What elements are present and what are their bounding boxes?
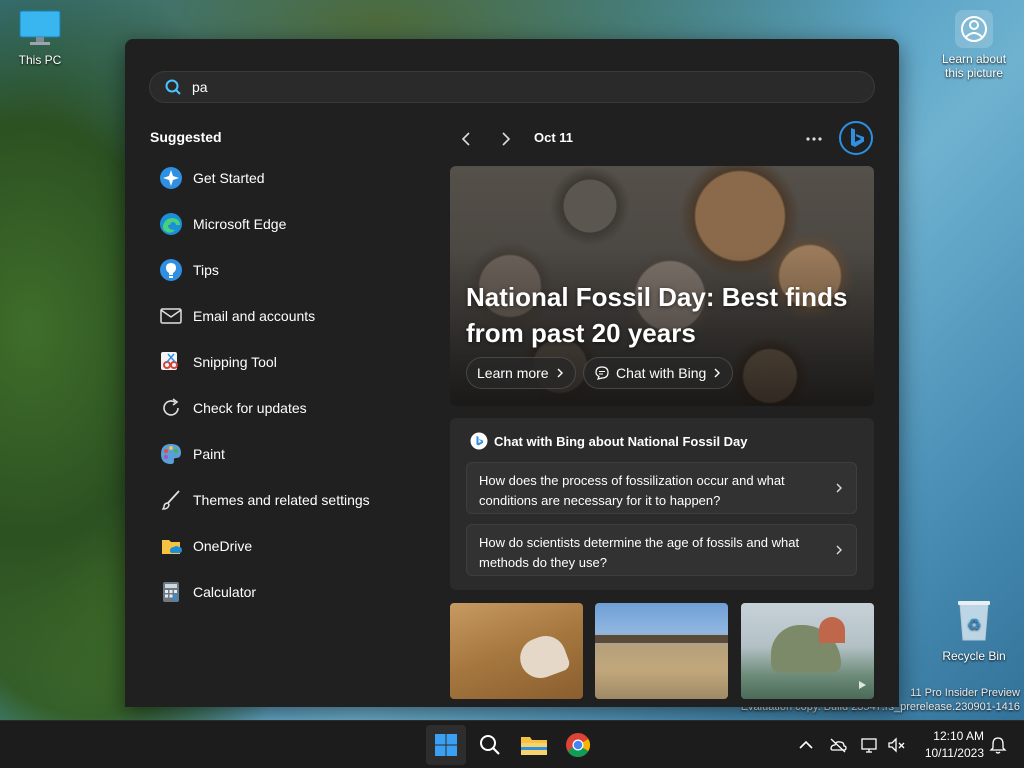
suggested-item-onedrive[interactable]: OneDrive — [149, 523, 429, 569]
update-icon — [163, 398, 179, 416]
suggested-item-check-for-updates[interactable]: Check for updates — [149, 385, 429, 431]
search-panel: Suggested Get Started Microsoft Edge Ti — [125, 39, 899, 707]
recycle-bin-label: Recycle Bin — [942, 649, 1006, 663]
this-pc-label: This PC — [18, 53, 62, 67]
suggested-item-label: Check for updates — [193, 400, 307, 416]
learn-more-button[interactable]: Learn more — [466, 357, 576, 389]
suggested-item-calculator[interactable]: Calculator — [149, 569, 429, 615]
suggested-item-label: Microsoft Edge — [193, 216, 287, 232]
suggested-item-label: Get Started — [193, 170, 265, 186]
chevron-right-icon — [836, 483, 842, 493]
bing-icon[interactable] — [838, 120, 874, 156]
get-started-icon — [160, 167, 182, 189]
suggested-item-label: Snipping Tool — [193, 354, 277, 370]
chat-with-bing-card: Chat with Bing about National Fossil Day… — [450, 418, 874, 590]
previous-day-button[interactable] — [454, 127, 478, 151]
chat-bubble-icon — [595, 366, 609, 380]
gloved-hand-shape — [514, 630, 572, 684]
bing-question-text: How does the process of fossilization oc… — [479, 473, 785, 508]
highlights-header: Oct 11 — [450, 121, 874, 155]
onedrive-icon — [162, 540, 182, 554]
hero-card[interactable]: National Fossil Day: Best finds from pas… — [450, 166, 874, 406]
edge-icon — [160, 213, 182, 235]
bing-question-text: How do scientists determine the age of f… — [479, 535, 800, 570]
chevron-right-icon — [557, 368, 563, 378]
chat-with-bing-button[interactable]: Chat with Bing — [583, 357, 734, 389]
suggested-item-label: Themes and related settings — [193, 492, 370, 508]
thumbnail-dinosaur[interactable] — [741, 603, 874, 699]
notification-bell-icon[interactable] — [988, 735, 1008, 755]
suggested-item-paint[interactable]: Paint — [149, 431, 429, 477]
dinosaur-sail-shape — [819, 617, 845, 643]
onedrive-offline-icon[interactable] — [828, 735, 848, 755]
start-button[interactable] — [426, 725, 466, 765]
learn-about-picture-desktop-icon[interactable]: Learn about this picture — [934, 10, 1014, 80]
file-explorer-button[interactable] — [514, 725, 554, 765]
svg-text:♻: ♻ — [967, 615, 981, 634]
suggested-item-microsoft-edge[interactable]: Microsoft Edge — [149, 201, 429, 247]
chrome-button[interactable] — [558, 725, 598, 765]
chrome-icon — [566, 733, 591, 757]
mail-icon — [160, 308, 182, 324]
chevron-right-icon — [836, 545, 842, 555]
clock-time: 12:10 AM — [933, 729, 984, 743]
highlight-date: Oct 11 — [534, 130, 574, 145]
suggested-item-email-and-accounts[interactable]: Email and accounts — [149, 293, 429, 339]
suggested-item-label: OneDrive — [193, 538, 253, 554]
suggested-item-label: Paint — [193, 446, 225, 462]
chevron-right-icon — [714, 368, 721, 378]
taskbar-clock[interactable]: 12:10 AM 10/11/2023 — [912, 728, 984, 762]
suggested-item-snipping-tool[interactable]: Snipping Tool — [149, 339, 429, 385]
recycle-bin-desktop-icon[interactable]: ♻ Recycle Bin — [934, 598, 1014, 663]
chevron-right-icon — [502, 132, 511, 146]
snipping-tool-icon — [161, 352, 178, 370]
taskbar-search-button[interactable] — [470, 725, 510, 765]
search-box[interactable] — [149, 71, 875, 103]
hero-title: National Fossil Day: Best finds from pas… — [466, 282, 848, 348]
suggested-item-label: Calculator — [193, 584, 257, 600]
network-icon[interactable] — [860, 735, 880, 755]
chat-card-header: Chat with Bing about National Fossil Day — [470, 432, 748, 450]
learn-more-label: Learn more — [477, 365, 549, 381]
search-icon — [480, 735, 500, 755]
play-arrow-icon[interactable] — [856, 679, 868, 691]
chevron-left-icon — [461, 132, 470, 146]
suggested-item-themes-and-related-settings[interactable]: Themes and related settings — [149, 477, 429, 523]
suggested-item-label: Email and accounts — [193, 308, 316, 324]
suggested-item-tips[interactable]: Tips — [149, 247, 429, 293]
clock-date: 10/11/2023 — [924, 746, 984, 760]
taskbar: 12:10 AM 10/11/2023 — [0, 720, 1024, 768]
chat-with-bing-label: Chat with Bing — [616, 365, 707, 381]
search-input[interactable] — [192, 79, 872, 95]
thumbnail-fossil-site[interactable] — [595, 603, 728, 699]
paint-icon — [161, 444, 181, 464]
chevron-up-icon[interactable] — [796, 735, 816, 755]
more-options-button[interactable] — [802, 127, 826, 151]
this-pc-desktop-icon[interactable]: This PC — [0, 10, 80, 67]
folder-icon — [521, 737, 547, 755]
fence-shape — [595, 635, 728, 643]
brush-icon — [161, 490, 180, 510]
suggested-item-get-started[interactable]: Get Started — [149, 155, 429, 201]
recycle-bin-icon: ♻ — [958, 601, 990, 641]
learn-about-picture-label: Learn about this picture — [941, 52, 1007, 80]
bing-question-button[interactable]: How does the process of fossilization oc… — [466, 462, 857, 514]
windows-logo-icon — [435, 734, 457, 756]
calculator-icon — [163, 582, 179, 602]
bing-question-button[interactable]: How do scientists determine the age of f… — [466, 524, 857, 576]
camera-icon — [955, 10, 993, 48]
suggested-heading: Suggested — [150, 129, 222, 145]
bing-icon — [470, 432, 488, 450]
search-icon — [165, 79, 181, 95]
tips-icon — [160, 259, 182, 281]
thumbnail-fossil-excavation[interactable] — [450, 603, 583, 699]
volume-muted-icon[interactable] — [886, 735, 906, 755]
chat-card-title: Chat with Bing about National Fossil Day — [494, 433, 748, 449]
suggested-list: Get Started Microsoft Edge Tips Email an… — [149, 155, 429, 615]
more-dots-icon — [806, 137, 822, 141]
suggested-item-label: Tips — [193, 262, 219, 278]
next-day-button[interactable] — [494, 127, 518, 151]
monitor-icon — [19, 10, 61, 45]
